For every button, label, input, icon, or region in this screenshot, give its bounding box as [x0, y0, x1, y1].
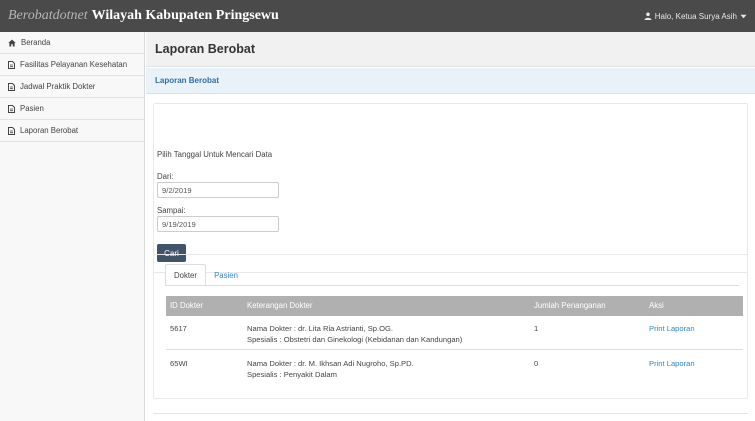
sidebar-item-label: Fasilitas Pelayanan Kesehatan [20, 60, 128, 69]
brand-title[interactable]: Berobatdotnet Wilayah Kabupaten Pringsewu [8, 8, 279, 24]
user-icon [644, 12, 652, 20]
sidebar-item-label: Jadwal Praktik Dokter [20, 82, 96, 91]
tab-divider [165, 285, 739, 286]
document-icon [8, 82, 15, 91]
page-header: Laporan Berobat [146, 32, 755, 67]
sidebar-item-fasilitas[interactable]: Fasilitas Pelayanan Kesehatan [0, 54, 144, 76]
column-header-aksi: Aksi [649, 301, 664, 310]
cell-doctor-name: Nama Dokter : dr. Lita Ria Astrianti, Sp… [247, 324, 394, 333]
cell-id: 65WI [170, 359, 188, 368]
user-greeting: Halo, Ketua Surya Asih [654, 11, 737, 21]
result-panel: Dokter Pasien ID Dokter Keterangan Dokte… [153, 254, 748, 399]
date-filter-panel: Pilih Tanggal Untuk Mencari Data Dari: S… [153, 103, 748, 273]
site-name: Berobatdotnet [8, 8, 88, 23]
column-header-id: ID Dokter [170, 301, 203, 310]
sidebar-item-laporan[interactable]: Laporan Berobat [0, 120, 144, 142]
instruction-text: Pilih Tanggal Untuk Mencari Data [157, 150, 273, 159]
home-icon [8, 39, 16, 47]
column-header-keterangan: Keterangan Dokter [247, 301, 313, 310]
to-label: Sampai: [157, 206, 186, 215]
sidebar-item-pasien[interactable]: Pasien [0, 98, 144, 120]
tab-pasien[interactable]: Pasien [207, 264, 245, 286]
cell-specialty: Spesialis : Penyakit Dalam [247, 370, 337, 379]
sidebar-item-label: Pasien [20, 104, 44, 113]
sidebar-item-label: Beranda [21, 38, 51, 47]
cell-id: 5617 [170, 324, 187, 333]
bottom-divider [153, 413, 748, 414]
cell-count: 1 [534, 324, 539, 333]
chevron-down-icon [740, 14, 747, 19]
tab-dokter[interactable]: Dokter [165, 264, 206, 286]
sidebar: Beranda Fasilitas Pelayanan Kesehatan Ja… [0, 32, 145, 421]
cell-count: 0 [534, 359, 539, 368]
cell-doctor-name: Nama Dokter : dr. M. Ikhsan Adi Nugroho,… [247, 359, 414, 368]
region-name: Wilayah Kabupaten Pringsewu [91, 8, 279, 23]
sidebar-item-label: Laporan Berobat [20, 126, 79, 135]
document-icon [8, 126, 15, 135]
user-menu[interactable]: Halo, Ketua Surya Asih [644, 12, 747, 21]
from-label: Dari: [157, 172, 174, 181]
page-title: Laporan Berobat [155, 42, 256, 56]
panel-heading: Laporan Berobat [146, 68, 755, 94]
column-header-jumlah: Jumlah Penanganan [534, 301, 606, 310]
panel-heading-title: Laporan Berobat [155, 76, 220, 85]
sidebar-item-beranda[interactable]: Beranda [0, 32, 144, 54]
print-report-link[interactable]: Print Laporan [649, 324, 695, 333]
top-navbar: Berobatdotnet Wilayah Kabupaten Pringsewu… [0, 0, 755, 32]
document-icon [8, 60, 15, 69]
cell-specialty: Spesialis : Obstetri dan Ginekologi (Keb… [247, 335, 463, 344]
main-content: Laporan Berobat Laporan Berobat Pilih Ta… [146, 32, 755, 421]
to-date-input[interactable] [157, 216, 279, 232]
sidebar-item-jadwal[interactable]: Jadwal Praktik Dokter [0, 76, 144, 98]
from-date-input[interactable] [157, 182, 279, 198]
row-divider [166, 349, 743, 350]
table-header: ID Dokter Keterangan Dokter Jumlah Penan… [166, 296, 743, 316]
document-icon [8, 104, 15, 113]
print-report-link[interactable]: Print Laporan [649, 359, 695, 368]
